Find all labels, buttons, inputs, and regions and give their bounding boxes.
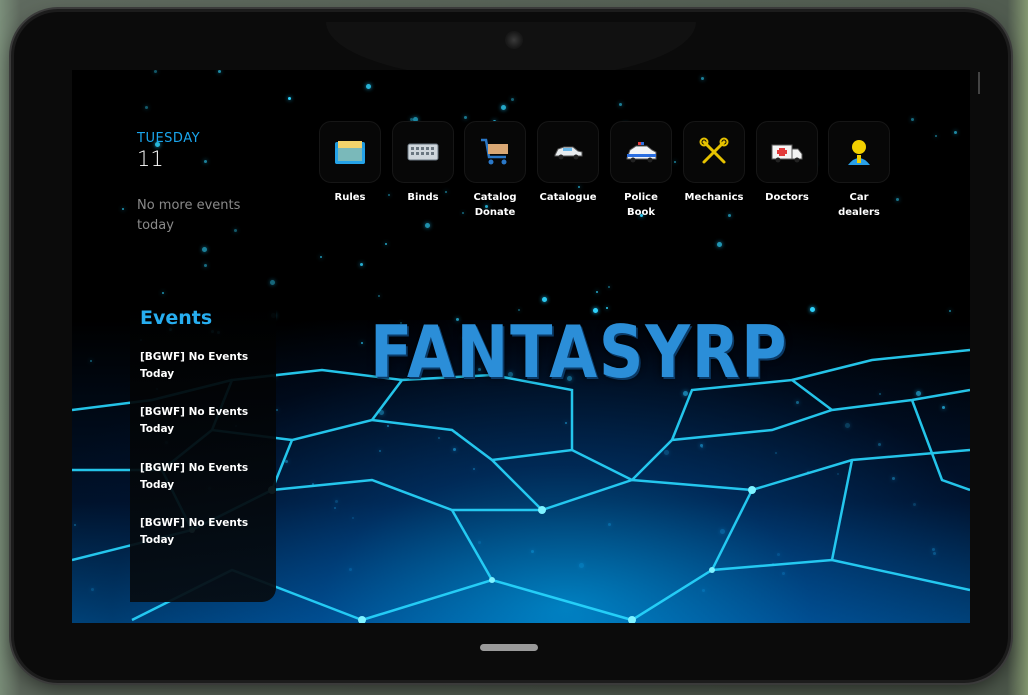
- particle: [270, 280, 275, 285]
- particle: [674, 161, 676, 163]
- events-panel: Events [BGWF] No Events Today [BGWF] No …: [130, 302, 276, 602]
- no-events-message: No more events today: [137, 198, 241, 233]
- particle: [366, 84, 371, 89]
- day-number: 11: [137, 147, 164, 171]
- particle: [896, 198, 899, 201]
- app-label: Police Book: [624, 192, 658, 218]
- particle: [378, 295, 380, 297]
- car-icon: [554, 146, 583, 160]
- particle: [162, 292, 164, 294]
- particle: [935, 135, 937, 137]
- particle: [701, 77, 704, 80]
- fantasyrp-logo: FANTASYRP: [370, 310, 789, 394]
- event-item[interactable]: [BGWF] No Events Today: [140, 460, 260, 494]
- app-tile[interactable]: [392, 121, 454, 183]
- camera-icon: [505, 31, 523, 49]
- folder-icon: [335, 141, 365, 164]
- particle: [385, 243, 387, 245]
- particle: [619, 103, 622, 106]
- app-label: Rules: [334, 192, 366, 203]
- app-doctors[interactable]: Doctors: [755, 121, 819, 205]
- particle: [204, 264, 207, 267]
- particle: [606, 307, 608, 309]
- particle: [218, 70, 221, 73]
- particle: [511, 98, 514, 101]
- event-item[interactable]: [BGWF] No Events Today: [140, 515, 260, 549]
- particle: [608, 286, 610, 288]
- app-police-book[interactable]: Police Book: [609, 121, 673, 220]
- shopping-cart-icon: [481, 138, 508, 165]
- app-binds[interactable]: Binds: [391, 121, 455, 205]
- app-label: Catalogue: [539, 192, 597, 203]
- app-mechanics[interactable]: Mechanics: [682, 121, 746, 205]
- app-catalogue[interactable]: Catalogue: [536, 121, 600, 205]
- dealer-person-icon: [848, 140, 870, 165]
- particle: [596, 291, 598, 293]
- app-tile[interactable]: [464, 121, 526, 183]
- particle: [388, 194, 390, 196]
- particle: [911, 118, 914, 121]
- app-tile[interactable]: [756, 121, 818, 183]
- particle: [954, 131, 957, 134]
- app-label: Car dealers: [838, 192, 880, 218]
- app-label: Binds: [407, 192, 439, 203]
- particle: [154, 70, 157, 73]
- day-name: TUESDAY: [137, 131, 201, 146]
- particle: [288, 97, 291, 100]
- side-indicator: [978, 72, 980, 94]
- app-rules[interactable]: Rules: [318, 121, 382, 205]
- particle: [202, 247, 207, 252]
- particle: [717, 242, 722, 247]
- particle: [145, 106, 148, 109]
- app-label: Doctors: [765, 192, 809, 203]
- app-tile[interactable]: [319, 121, 381, 183]
- particle: [464, 116, 467, 119]
- particle: [728, 214, 731, 217]
- app-tile[interactable]: [610, 121, 672, 183]
- keyboard-icon: [407, 143, 439, 161]
- particle: [360, 263, 363, 266]
- tablet-screen: TUESDAY 11 No more events today FANTASYR…: [72, 70, 970, 623]
- tablet-frame: TUESDAY 11 No more events today FANTASYR…: [14, 12, 1008, 680]
- particle: [810, 307, 815, 312]
- app-tile[interactable]: [828, 121, 890, 183]
- ambulance-icon: [771, 144, 803, 163]
- date-widget: TUESDAY 11: [137, 131, 200, 171]
- particle: [122, 208, 124, 210]
- police-car-icon: [626, 142, 657, 163]
- app-tile[interactable]: [537, 121, 599, 183]
- particle: [501, 105, 506, 110]
- particle: [320, 256, 322, 258]
- home-bar[interactable]: [480, 644, 538, 651]
- app-tile[interactable]: [683, 121, 745, 183]
- event-item[interactable]: [BGWF] No Events Today: [140, 349, 260, 383]
- events-title: Events: [140, 307, 213, 329]
- particle: [425, 223, 430, 228]
- particle: [204, 160, 207, 163]
- app-catalog-donate[interactable]: Catalog Donate: [463, 121, 527, 220]
- app-label: Mechanics: [684, 192, 744, 203]
- wrench-icon: [699, 137, 729, 164]
- particle: [949, 310, 951, 312]
- app-car-dealers[interactable]: Car dealers: [827, 121, 891, 220]
- app-label: Catalog Donate: [473, 192, 517, 218]
- particle: [542, 297, 547, 302]
- event-item[interactable]: [BGWF] No Events Today: [140, 404, 260, 438]
